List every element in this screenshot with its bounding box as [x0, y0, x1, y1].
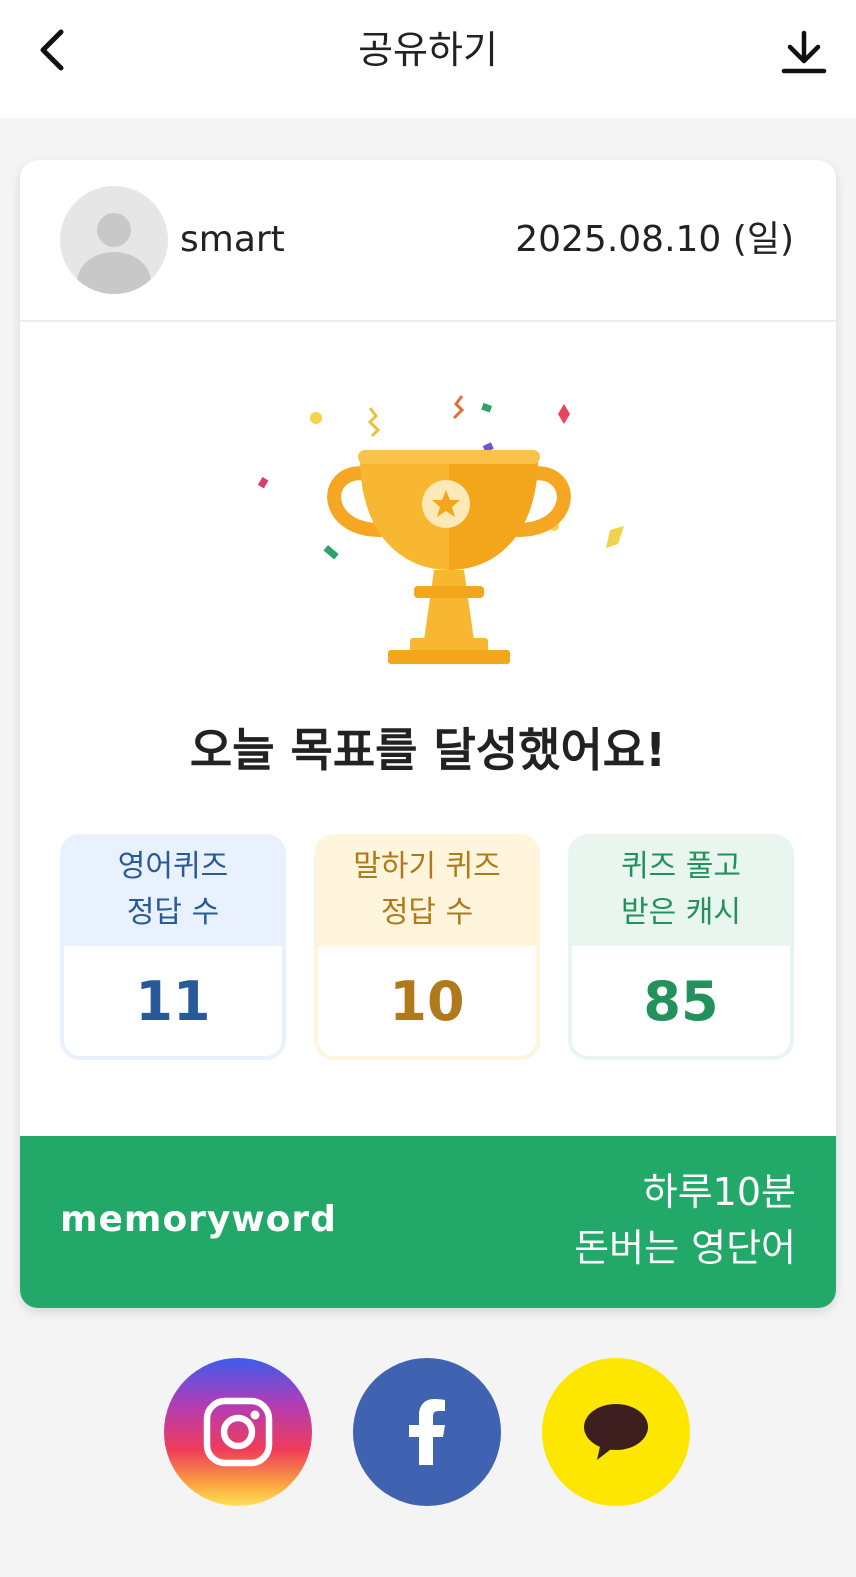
stat-label-line1: 퀴즈 풀고 — [621, 849, 741, 884]
page-title: 공유하기 — [358, 28, 498, 72]
stat-speaking-quiz: 말하기 퀴즈 정답 수 10 — [314, 834, 540, 1060]
stat-label: 영어퀴즈 정답 수 — [60, 834, 286, 946]
stat-label-line1: 말하기 퀴즈 — [353, 849, 501, 884]
stat-label: 말하기 퀴즈 정답 수 — [314, 834, 540, 946]
facebook-icon — [409, 1399, 445, 1465]
default-avatar-icon — [77, 213, 151, 294]
brand-banner: memoryword 하루10분 돈버는 영단어 — [20, 1136, 836, 1308]
trophy-icon — [257, 395, 624, 664]
brand-logo: memoryword — [60, 1199, 337, 1240]
stat-label-line2: 정답 수 — [380, 895, 474, 930]
tagline-line1: 하루10분 — [642, 1170, 796, 1214]
stat-earned-cash: 퀴즈 풀고 받은 캐시 85 — [568, 834, 794, 1060]
achievement-headline: 오늘 목표를 달성했어요! — [189, 723, 667, 777]
stat-label-line1: 영어퀴즈 — [117, 849, 229, 884]
stat-label: 퀴즈 풀고 받은 캐시 — [568, 834, 794, 946]
share-instagram-button[interactable] — [164, 1358, 312, 1506]
share-card: smart 2025.08.10 (일) 오늘 목표를 달성했어요! 영어퀴즈 … — [20, 160, 836, 1308]
instagram-icon — [203, 1397, 273, 1467]
kakaotalk-icon — [584, 1404, 648, 1460]
date-label: 2025.08.10 (일) — [515, 219, 794, 260]
stat-value: 85 — [572, 946, 790, 1056]
stat-label-line2: 받은 캐시 — [621, 895, 741, 930]
brand-tagline: 하루10분 돈버는 영단어 — [574, 1164, 796, 1276]
avatar — [60, 186, 168, 294]
share-kakaotalk-button[interactable] — [542, 1358, 690, 1506]
stat-value: 10 — [318, 946, 536, 1056]
stat-english-quiz: 영어퀴즈 정답 수 11 — [60, 834, 286, 1060]
stat-value: 11 — [64, 946, 282, 1056]
app-header: 공유하기 — [0, 0, 856, 118]
trophy-illustration — [230, 380, 630, 680]
download-button[interactable] — [778, 26, 830, 78]
user-row: smart 2025.08.10 (일) — [20, 160, 836, 322]
username: smart — [180, 219, 285, 260]
stat-label-line2: 정답 수 — [126, 895, 220, 930]
tagline-line2: 돈버는 영단어 — [574, 1226, 796, 1270]
share-facebook-button[interactable] — [353, 1358, 501, 1506]
download-icon — [781, 30, 827, 74]
